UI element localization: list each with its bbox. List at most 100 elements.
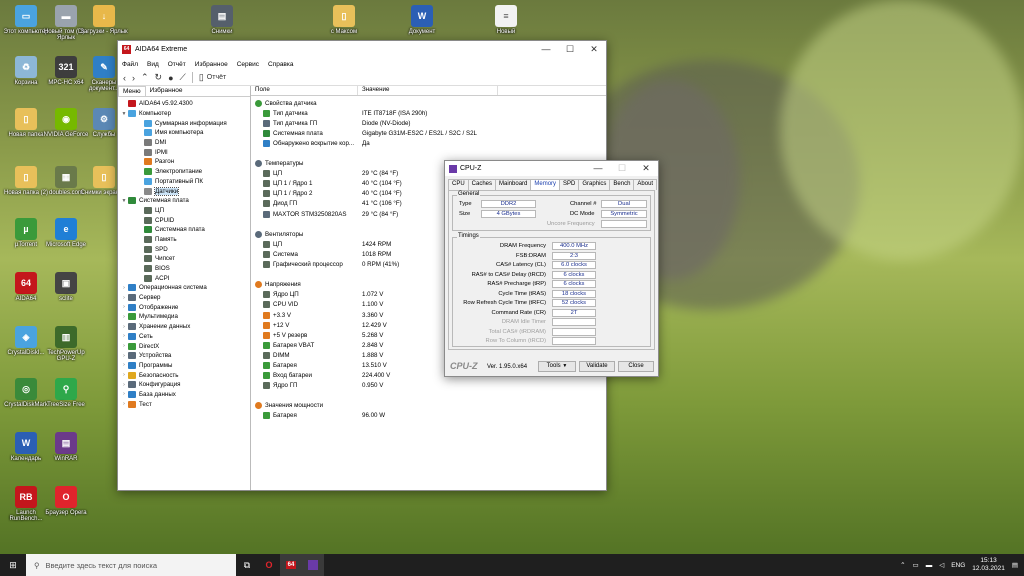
- tree-expander-icon[interactable]: ›: [120, 353, 128, 359]
- tree-item[interactable]: Имя компьютера: [118, 128, 250, 138]
- tree-item[interactable]: › DirectX: [118, 341, 250, 351]
- tree-expander-icon[interactable]: ›: [120, 362, 128, 368]
- tree-item[interactable]: Электропитание: [118, 167, 250, 177]
- tree-expander-icon[interactable]: ▼: [120, 198, 128, 204]
- tree-item[interactable]: CPUID: [118, 215, 250, 225]
- sensor-row[interactable]: Системная плата Gigabyte G31M-ES2C / ES2L…: [255, 128, 606, 138]
- desktop-icon[interactable]: ▥ TechPowerUp GPU-Z: [40, 326, 92, 362]
- cpuz-titlebar[interactable]: CPU-Z — ☐ ✕: [445, 161, 658, 176]
- back-icon[interactable]: ‹: [123, 73, 126, 83]
- chart-icon[interactable]: ⟋: [180, 72, 186, 83]
- tree-item[interactable]: › Тест: [118, 399, 250, 409]
- tree-expander-icon[interactable]: ›: [120, 372, 128, 378]
- cpuz-tab-cpu[interactable]: CPU: [448, 179, 469, 190]
- tree-expander-icon[interactable]: ›: [120, 401, 128, 407]
- cpuz-maximize-icon[interactable]: ☐: [610, 163, 634, 174]
- refresh-icon[interactable]: ↻: [155, 72, 163, 83]
- taskbar-search[interactable]: ⚲ Введите здесь текст для поиска: [26, 554, 236, 576]
- sensor-row[interactable]: Батарея 96.00 W: [255, 411, 606, 421]
- tree-item[interactable]: › Сеть: [118, 332, 250, 342]
- speaker-icon[interactable]: ◁: [939, 561, 944, 569]
- desktop-icon[interactable]: ▯ с Максом: [318, 5, 370, 35]
- tree-item[interactable]: ▼ Системная плата: [118, 196, 250, 206]
- desktop-icon[interactable]: ▣ sclite: [40, 272, 92, 302]
- tree-item[interactable]: Суммарная информация: [118, 118, 250, 128]
- desktop-icon[interactable]: ≡ Новый: [480, 5, 532, 35]
- aida64-taskbar-icon[interactable]: 64: [280, 554, 302, 576]
- cpuz-tab-about[interactable]: About: [633, 179, 658, 190]
- opera-taskbar-icon[interactable]: O: [258, 554, 280, 576]
- tree-item[interactable]: Память: [118, 235, 250, 245]
- menu-favorites[interactable]: Избранное: [195, 61, 228, 68]
- tree-expander-icon[interactable]: ›: [120, 343, 128, 349]
- tree-item[interactable]: › Мультимедиа: [118, 312, 250, 322]
- sensor-group-header[interactable]: Значения мощности: [255, 401, 606, 411]
- desktop-icon[interactable]: ⚲ TreeSize Free: [40, 378, 92, 408]
- cpuz-tab-mainboard[interactable]: Mainboard: [495, 179, 532, 190]
- cpuz-tab-memory[interactable]: Memory: [530, 179, 561, 190]
- tree-item[interactable]: IPMI: [118, 147, 250, 157]
- tree-expander-icon[interactable]: ›: [120, 391, 128, 397]
- maximize-icon[interactable]: ☐: [558, 44, 582, 55]
- close-button[interactable]: Close: [618, 361, 654, 372]
- desktop-icon[interactable]: e Microsoft Edge: [40, 218, 92, 248]
- sensor-row[interactable]: Обнаружено вскрытие кор... Да: [255, 138, 606, 148]
- tree-expander-icon[interactable]: ›: [120, 285, 128, 291]
- tree-expander-icon[interactable]: ›: [120, 333, 128, 339]
- tree-item[interactable]: ACPI: [118, 273, 250, 283]
- menu-service[interactable]: Сервис: [237, 61, 259, 68]
- notifications-icon[interactable]: ▤: [1012, 561, 1018, 569]
- tree-item[interactable]: › База данных: [118, 390, 250, 400]
- sensor-row[interactable]: Тип датчика ГП Diode (NV-Diode): [255, 118, 606, 128]
- cpuz-tab-bench[interactable]: Bench: [609, 179, 635, 190]
- tree-expander-icon[interactable]: ▼: [120, 111, 128, 117]
- menu-help[interactable]: Справка: [268, 61, 294, 68]
- tree-item[interactable]: ЦП: [118, 206, 250, 216]
- tree-item[interactable]: Портативный ПК: [118, 177, 250, 187]
- desktop-icon[interactable]: O Браузер Opera: [40, 486, 92, 516]
- sd-card-icon[interactable]: ▬: [926, 562, 933, 569]
- tree-item[interactable]: › Операционная система: [118, 283, 250, 293]
- up-icon[interactable]: ⌃: [141, 72, 149, 83]
- tree-item[interactable]: › Конфигурация: [118, 380, 250, 390]
- aida64-titlebar[interactable]: 64 AIDA64 Extreme — ☐ ✕: [118, 41, 606, 58]
- chevron-up-icon[interactable]: ⌃: [900, 561, 905, 569]
- tab-favorites[interactable]: Избранное: [146, 86, 187, 96]
- language-indicator[interactable]: ENG: [951, 562, 965, 569]
- tree-item[interactable]: › Отображение: [118, 302, 250, 312]
- tree-item[interactable]: DMI: [118, 138, 250, 148]
- column-value[interactable]: Значение: [358, 86, 498, 95]
- menu-view[interactable]: Вид: [147, 61, 159, 68]
- menu-file[interactable]: Файл: [122, 61, 138, 68]
- cpuz-taskbar-icon[interactable]: [302, 554, 324, 576]
- column-field[interactable]: Поле: [251, 86, 358, 95]
- tree-item[interactable]: › Безопасность: [118, 370, 250, 380]
- menu-report[interactable]: Отчёт: [168, 61, 186, 68]
- sensor-row[interactable]: Тип датчика ITE IT8718F (ISA 290h): [255, 108, 606, 118]
- tree-item[interactable]: Разгон: [118, 157, 250, 167]
- clock[interactable]: 15:13 12.03.2021: [972, 557, 1005, 573]
- tree-expander-icon[interactable]: ›: [120, 382, 128, 388]
- tree-item[interactable]: Системная плата: [118, 225, 250, 235]
- tools-button[interactable]: Tools ▼: [538, 361, 576, 372]
- tree-item[interactable]: BIOS: [118, 264, 250, 274]
- network-icon[interactable]: ▭: [913, 561, 919, 569]
- report-button[interactable]: ▯ Отчёт: [199, 72, 226, 83]
- desktop-icon[interactable]: ↓ Загрузки - Ярлык: [78, 5, 130, 35]
- close-icon[interactable]: ✕: [582, 44, 606, 55]
- tree-item[interactable]: › Программы: [118, 361, 250, 371]
- cpuz-tab-graphics[interactable]: Graphics: [578, 179, 611, 190]
- cpuz-tab-caches[interactable]: Caches: [467, 179, 497, 190]
- forward-icon[interactable]: ›: [132, 73, 135, 83]
- user-icon[interactable]: ●: [168, 73, 173, 83]
- validate-button[interactable]: Validate: [579, 361, 615, 372]
- desktop-icon[interactable]: ▤ Снимки: [196, 5, 248, 35]
- tree-expander-icon[interactable]: ›: [120, 324, 128, 330]
- tree-item[interactable]: › Устройства: [118, 351, 250, 361]
- desktop-icon[interactable]: W Документ: [396, 5, 448, 35]
- tree-item[interactable]: SPD: [118, 244, 250, 254]
- tab-menu[interactable]: Меню: [118, 86, 146, 96]
- minimize-icon[interactable]: —: [534, 44, 558, 55]
- tree-item[interactable]: › Сервер: [118, 293, 250, 303]
- tree-item[interactable]: › Хранение данных: [118, 322, 250, 332]
